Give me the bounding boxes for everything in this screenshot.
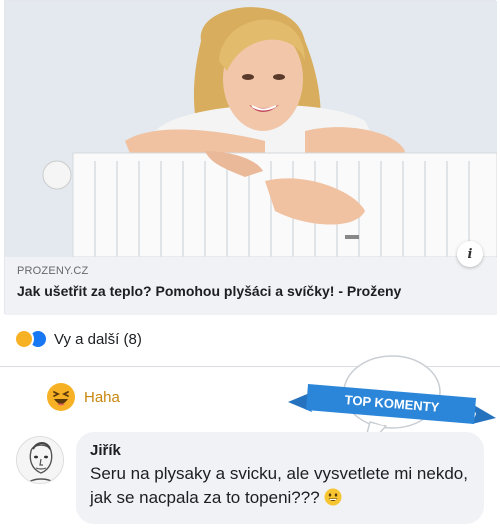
reactions-count-label[interactable]: Vy a další (8) (54, 331, 142, 348)
comment-text: Seru na plysaky a svicku, ale vysvetlete… (90, 462, 470, 510)
haha-reaction-button[interactable]: Haha (46, 380, 120, 414)
haha-icon (14, 329, 34, 349)
reactions-summary[interactable]: Vy a další (8) (14, 328, 142, 350)
link-title[interactable]: Jak ušetřit za teplo? Pomohou plyšáci a … (17, 283, 485, 299)
link-preview-image[interactable] (5, 1, 497, 257)
comment-body: Seru na plysaky a svicku, ale vysvetlete… (90, 464, 468, 507)
avatar[interactable] (16, 436, 64, 484)
comment-author[interactable]: Jiřík (90, 442, 470, 459)
link-domain: PROZENY.CZ (17, 265, 89, 277)
haha-label: Haha (84, 388, 120, 406)
woman-hugging-radiator-image (5, 1, 497, 257)
link-preview-meta[interactable]: PROZENY.CZ Jak ušetřit za teplo? Pomohou… (5, 257, 497, 315)
comment-bubble[interactable]: Jiřík Seru na plysaky a svicku, ale vysv… (76, 432, 484, 524)
haha-emoji-icon (47, 383, 75, 411)
grin-emoji-icon (324, 488, 342, 506)
link-preview-card[interactable]: PROZENY.CZ Jak ušetřit za teplo? Pomohou… (4, 0, 497, 315)
info-icon[interactable]: i (457, 241, 483, 267)
